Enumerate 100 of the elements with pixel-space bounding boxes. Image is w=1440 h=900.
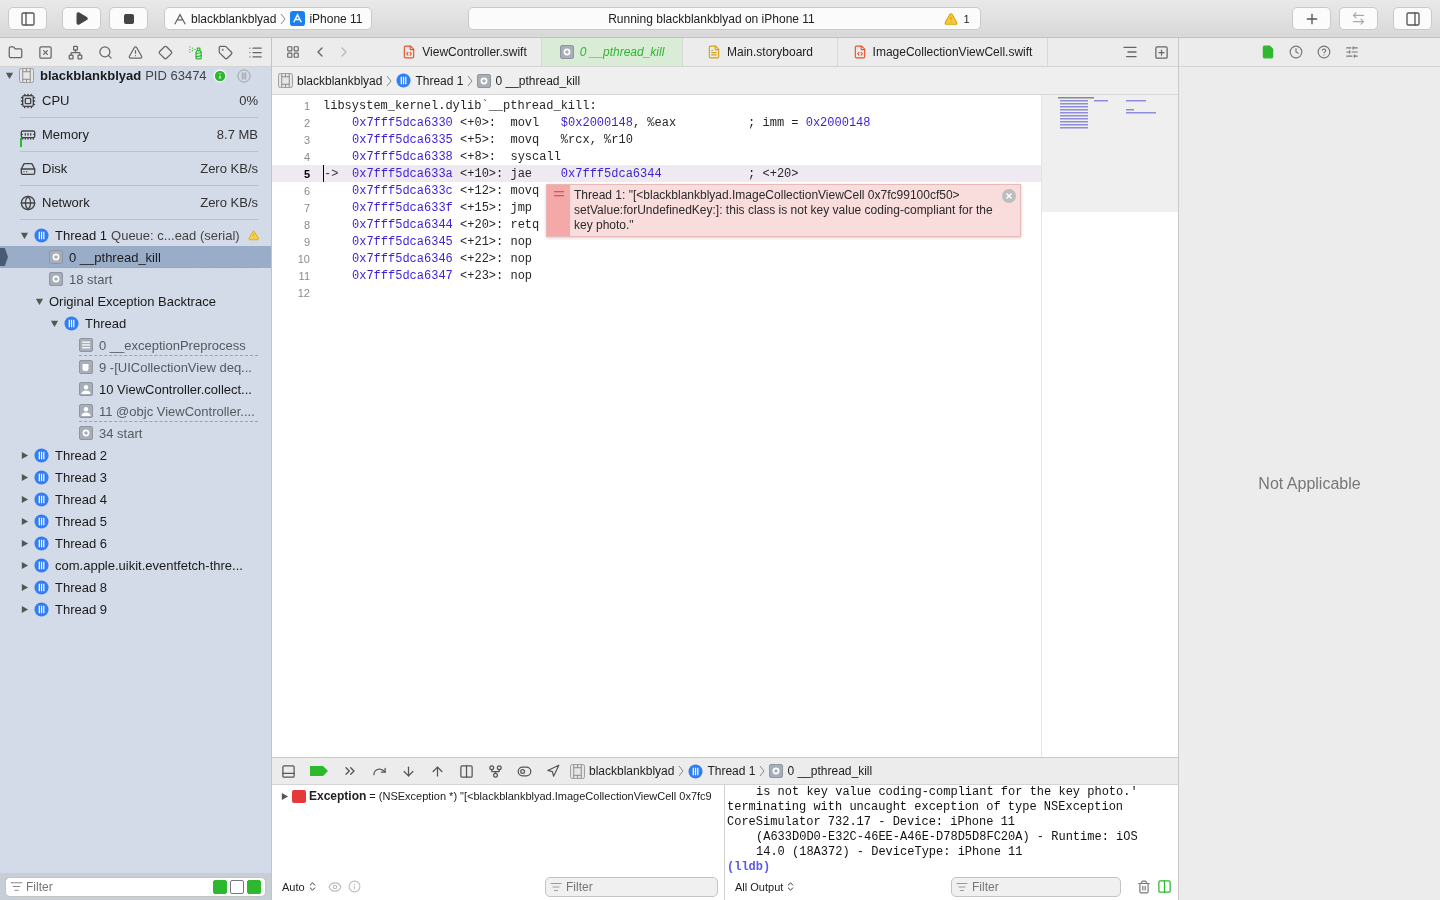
process-row[interactable]: blackblankblyad PID 63474 — [0, 67, 271, 84]
stack-frame-row[interactable]: 18 start — [0, 268, 271, 290]
step-into-icon[interactable] — [401, 763, 416, 779]
disclosure-triangle[interactable] — [20, 450, 29, 460]
disclosure-triangle[interactable] — [35, 296, 44, 306]
gauge-row[interactable]: Disk Zero KB/s — [20, 152, 258, 186]
disclosure-triangle[interactable] — [20, 538, 29, 548]
thread-label: Thread 3 — [55, 469, 108, 485]
gauge-value: Zero KB/s — [200, 195, 258, 210]
disclosure-triangle[interactable] — [50, 318, 59, 328]
gauge-row[interactable]: CPU 0% — [20, 84, 258, 118]
stop-button[interactable] — [109, 7, 148, 30]
thread-icon — [34, 601, 49, 617]
thread-row[interactable]: Thread 9 — [0, 598, 271, 620]
thread-label: Original Exception Backtrace — [49, 293, 216, 309]
add-button[interactable] — [1292, 7, 1331, 30]
disclosure-triangle[interactable] — [20, 560, 29, 570]
frame-label: 18 start — [69, 271, 113, 287]
filter-icon — [550, 880, 562, 893]
thread-row[interactable]: Thread 2 — [0, 444, 271, 466]
thread-label: Thread 5 — [55, 513, 108, 529]
code-line: 0x7fff5dca633c <+12>: movq — [352, 183, 540, 198]
filter-icon — [956, 880, 968, 893]
line-number: 7 — [302, 201, 310, 214]
line-number: 3 — [302, 133, 310, 146]
stack-frame-row[interactable]: 10 ViewController.collect... — [0, 378, 271, 400]
console-line: CoreSimulator 732.17 - Device: iPhone 11 — [727, 815, 1017, 830]
disclosure-triangle[interactable] — [20, 230, 29, 240]
thread-row[interactable]: Thread 4 — [0, 488, 271, 510]
sliders-icon[interactable] — [1344, 45, 1359, 59]
run-button[interactable] — [62, 7, 101, 30]
hide-debug-area-icon[interactable] — [281, 763, 296, 779]
play-icon — [74, 11, 89, 26]
breakpoint-toggle-icon[interactable] — [310, 765, 328, 777]
console-line: (A633D0D0-E32C-46EE-A46E-D78D5D8FC20A) - Runtime: iOS — [755, 830, 1139, 845]
equals-sign: = — [369, 790, 376, 802]
split-view-icon[interactable] — [1157, 879, 1172, 894]
editor-tab[interactable]: Main.storyboard — [683, 38, 838, 66]
backtrace-group-row[interactable]: Original Exception Backtrace — [0, 290, 271, 312]
disclosure-triangle[interactable] — [20, 516, 29, 526]
disclosure-triangle[interactable] — [20, 494, 29, 504]
thread-row[interactable]: com.apple.uikit.eventfetch-thre... — [0, 554, 271, 576]
breadcrumb-item[interactable]: 0 __pthread_kill — [769, 764, 873, 778]
breadcrumb-item[interactable]: 0 __pthread_kill — [477, 73, 581, 88]
line-number: 1 — [302, 99, 310, 112]
thread-row[interactable]: Thread 5 — [0, 510, 271, 532]
editor-tab[interactable]: ImageCollectionViewCell.swift — [838, 38, 1048, 66]
swift-file-icon — [402, 45, 417, 59]
breadcrumb-item[interactable]: Thread 1 — [688, 763, 756, 779]
inspector-toggle-button[interactable] — [1393, 7, 1432, 30]
disclosure-triangle[interactable] — [20, 604, 29, 614]
line-number: 9 — [302, 235, 310, 248]
gauge-row[interactable]: Network Zero KB/s — [20, 186, 258, 220]
warning-icon — [944, 11, 959, 26]
clock-icon[interactable] — [1288, 45, 1303, 59]
trash-icon[interactable] — [1137, 879, 1151, 894]
location-icon[interactable] — [546, 764, 560, 778]
thread-row[interactable]: Thread 6 — [0, 532, 271, 554]
stack-frame-row[interactable]: 0 __pthread_kill — [0, 246, 271, 268]
gear-icon — [559, 45, 574, 59]
filter-field[interactable]: Filter — [951, 876, 1121, 897]
variable-row[interactable]: Exception = (NSException *) "[<blackblankblyad.ImageCollectionViewCell 0x7fc9 — [280, 788, 716, 804]
memory-graph-icon[interactable] — [488, 763, 503, 779]
add-editor-icon[interactable] — [1154, 44, 1169, 60]
thread-row[interactable]: Thread 3 — [0, 466, 271, 488]
storyboard-file-icon — [706, 45, 721, 59]
stack-frame-row[interactable]: 9 -[UICollectionView deq... — [0, 356, 271, 378]
editor-options-icon[interactable] — [1122, 44, 1138, 60]
breadcrumb-item[interactable]: blackblankblyad — [570, 763, 675, 779]
breadcrumb-item[interactable]: Thread 1 — [396, 73, 464, 88]
disclosure-triangle[interactable] — [5, 71, 14, 80]
related-items-icon[interactable] — [286, 45, 300, 59]
cup-icon — [79, 360, 93, 374]
line-number: 5 — [302, 167, 310, 180]
stack-frame-row[interactable]: 34 start — [0, 422, 271, 444]
user-icon — [79, 404, 93, 418]
environment-overrides-icon[interactable] — [517, 763, 532, 779]
disclosure-triangle[interactable] — [280, 791, 289, 801]
thread-row[interactable]: Thread 1 Queue: c...ead (serial) — [0, 224, 271, 246]
filter-field[interactable]: Filter — [545, 876, 718, 897]
stack-frame-row[interactable]: 0 __exceptionPreprocess — [0, 334, 271, 356]
help-icon[interactable] — [1316, 45, 1331, 59]
gauge-row[interactable]: Memory 8.7 MB — [20, 118, 258, 152]
scheme-selector[interactable]: blackblankblyad iPhone 11 — [164, 7, 372, 30]
stack-frame-row[interactable]: 11 @objc ViewController.... — [0, 400, 271, 422]
thread-icon — [34, 491, 49, 507]
error-message: Thread 1: "[<blackblankblyad.ImageCollectionViewCell 0x7fc99100cf50> setValue:forUndefinedKey:]: this class is not key value coding-compliant for the key photo." — [573, 187, 994, 234]
thread-label: Thread 8 — [55, 579, 108, 595]
navigator-toggle-button[interactable] — [8, 7, 47, 30]
scope-selector[interactable]: Auto — [278, 880, 322, 893]
step-out-icon[interactable] — [430, 763, 445, 779]
thread-icon — [34, 557, 49, 573]
view-hierarchy-icon[interactable] — [459, 763, 474, 779]
disclosure-triangle[interactable] — [20, 472, 29, 482]
thread-row[interactable]: Thread — [0, 312, 271, 334]
line-number: 4 — [302, 150, 310, 163]
thread-row[interactable]: Thread 8 — [0, 576, 271, 598]
breadcrumb-item[interactable]: blackblankblyad — [278, 73, 383, 88]
disclosure-triangle[interactable] — [20, 582, 29, 592]
output-selector[interactable]: All Output — [731, 880, 801, 893]
